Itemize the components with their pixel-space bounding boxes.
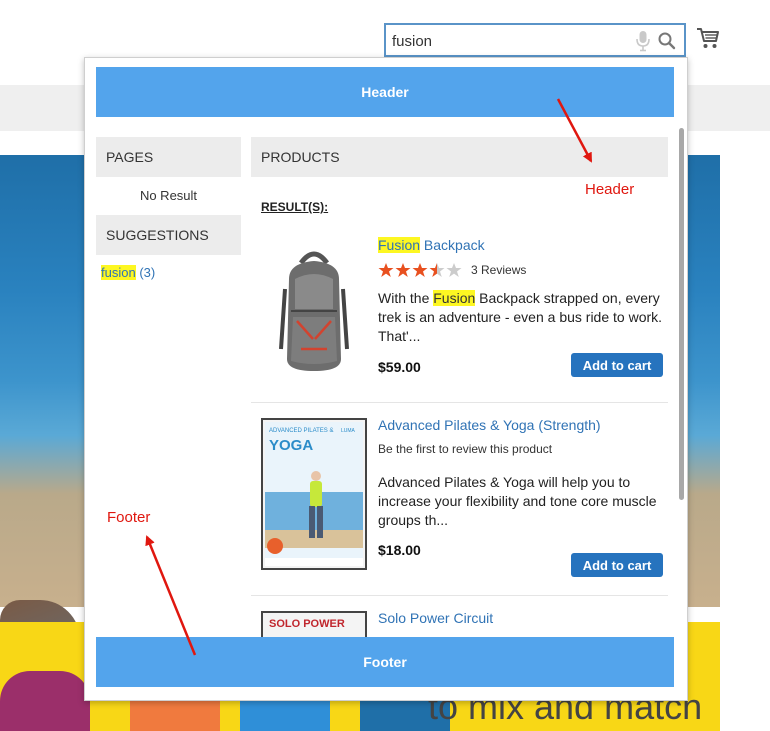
product-item: Fusion Backpack 3 Reviews With the Fusio…	[251, 229, 668, 403]
dropdown-header: Header	[96, 67, 674, 117]
dvd-title: YOGA	[269, 437, 313, 454]
suggestion-count: (3)	[139, 265, 156, 280]
desc-highlight: Fusion	[433, 290, 476, 306]
search-autocomplete-dropdown: Header PAGES No Result SUGGESTIONS fusio…	[84, 57, 688, 701]
search-icon[interactable]	[657, 31, 677, 51]
dropdown-footer: Footer	[96, 637, 674, 687]
dropdown-scrollbar[interactable]	[679, 128, 684, 500]
suggestion-item[interactable]: fusion (3)	[96, 255, 241, 290]
product-rating: 3 Reviews	[378, 262, 526, 278]
dvd-brand: LUMA	[341, 428, 356, 434]
product-image-dvd[interactable]: ADVANCED PILATES & YOGA LUMA	[261, 418, 367, 570]
product-price: $18.00	[378, 542, 421, 558]
product-image-backpack[interactable]	[261, 239, 367, 391]
product-item: ADVANCED PILATES & YOGA LUMA Advanced Pi…	[251, 403, 668, 596]
annotation-footer-label: Footer	[107, 509, 151, 526]
search-input[interactable]	[392, 29, 622, 53]
left-column: PAGES No Result SUGGESTIONS fusion (3)	[96, 137, 241, 290]
suggestions-title: SUGGESTIONS	[96, 215, 241, 255]
annotation-header-label: Header	[585, 181, 635, 198]
product-reviews-link[interactable]: 3 Reviews	[471, 263, 526, 277]
product-name[interactable]: Advanced Pilates & Yoga (Strength)	[378, 417, 601, 433]
search-box	[384, 23, 686, 57]
star-icon	[378, 263, 394, 277]
product-description: With the Fusion Backpack strapped on, ev…	[378, 289, 663, 346]
promo-shirt	[0, 671, 90, 731]
dvd-title-top: ADVANCED PILATES &	[269, 428, 333, 434]
pages-title: PAGES	[96, 137, 241, 177]
first-review-link[interactable]: Be the first to review this product	[378, 442, 552, 456]
product-name-rest: Backpack	[420, 237, 485, 253]
products-title: PRODUCTS	[251, 137, 668, 177]
suggestion-term: fusion	[101, 265, 136, 280]
star-icon	[395, 263, 411, 277]
cart-icon[interactable]	[696, 26, 720, 50]
product-price: $59.00	[378, 359, 421, 375]
product-image-dvd[interactable]: SOLO POWER	[261, 611, 367, 637]
desc-text: With the	[378, 290, 434, 306]
star-icon	[429, 263, 445, 277]
product-name[interactable]: Fusion Backpack	[378, 237, 485, 253]
add-to-cart-button[interactable]: Add to cart	[571, 553, 663, 577]
rating-stars	[378, 262, 463, 278]
results-label: RESULT(S):	[261, 200, 329, 214]
pages-no-result: No Result	[139, 188, 198, 203]
product-description: Advanced Pilates & Yoga will help you to…	[378, 474, 657, 528]
products-column: PRODUCTS RESULT(S): Fusion Backpack 3 Re…	[251, 137, 668, 637]
product-name-highlight: Fusion	[378, 237, 421, 253]
product-name[interactable]: Solo Power Circuit	[378, 610, 493, 626]
star-icon	[446, 263, 462, 277]
mic-icon[interactable]	[635, 30, 651, 52]
star-icon	[412, 263, 428, 277]
add-to-cart-button[interactable]: Add to cart	[571, 353, 663, 377]
product-item: SOLO POWER Solo Power Circuit	[251, 596, 668, 637]
dvd-title: SOLO POWER	[269, 618, 345, 630]
